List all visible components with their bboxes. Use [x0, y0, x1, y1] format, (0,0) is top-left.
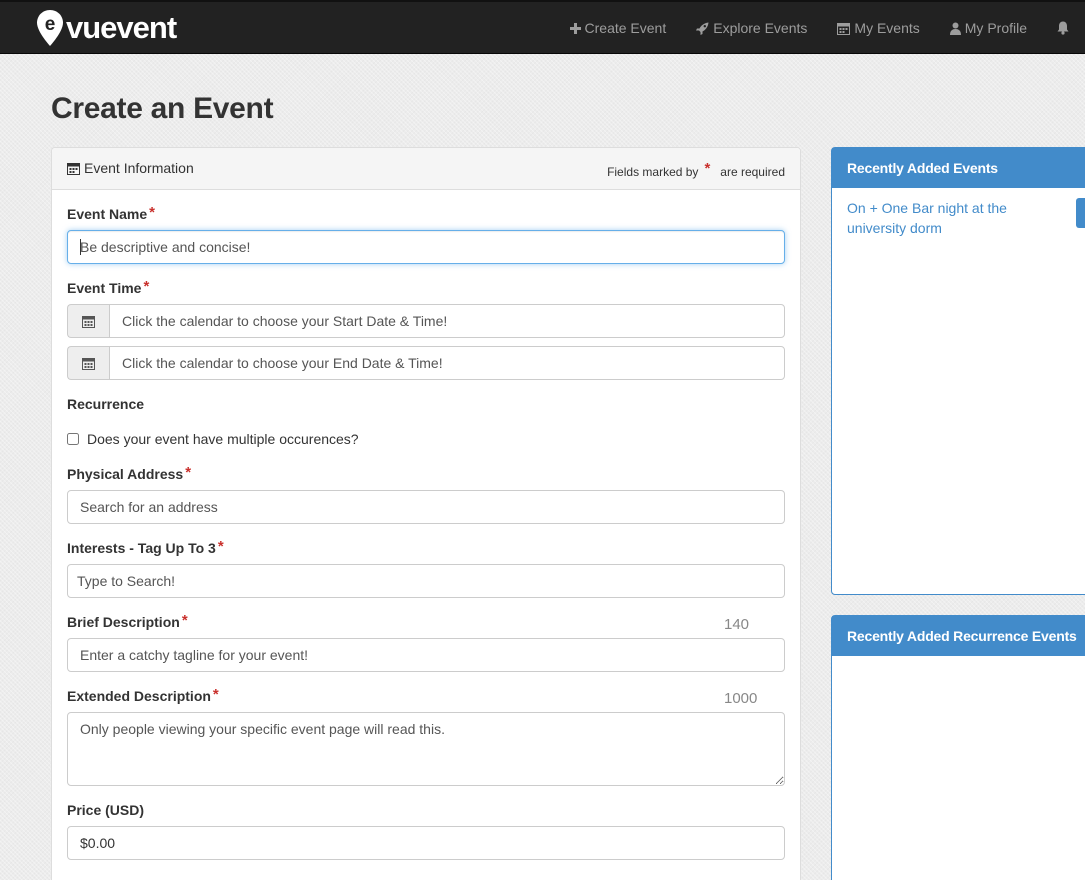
required-star: * [704, 160, 711, 177]
nav-create-event[interactable]: Create Event [555, 20, 682, 36]
address-label-text: Physical Address [67, 466, 184, 482]
nav-my-events[interactable]: My Events [822, 20, 934, 36]
brand-name: vuevent [66, 10, 177, 45]
svg-text:e: e [45, 14, 56, 35]
brief-description-input[interactable] [67, 638, 785, 672]
nav-my-profile[interactable]: My Profile [935, 20, 1042, 36]
rocket-icon [696, 22, 709, 35]
brief-description-label: Brief Description * [67, 612, 188, 631]
nav-explore-events[interactable]: Explore Events [681, 20, 822, 36]
recent-event-action-button[interactable] [1076, 198, 1085, 228]
bell-icon [1057, 21, 1069, 35]
nav-explore-events-label: Explore Events [713, 20, 808, 36]
price-label: Price (USD) [67, 802, 145, 818]
nav-my-profile-label: My Profile [964, 20, 1027, 36]
interests-label-text: Interests - Tag Up To 3 [67, 540, 216, 556]
recurrence-checkbox-label: Does your event have multiple occurences… [87, 431, 359, 447]
address-label: Physical Address * [67, 464, 192, 483]
event-name-label: Event Name * [67, 204, 155, 223]
user-icon [949, 22, 961, 35]
end-datetime-group [67, 346, 785, 380]
nav-my-events-label: My Events [854, 20, 920, 36]
event-information-panel: Event Information Fields marked by * are… [51, 147, 801, 880]
recent-events-heading: Recently Added Events [832, 148, 1085, 188]
address-search-input[interactable] [67, 490, 785, 524]
interests-label: Interests - Tag Up To 3 * [67, 538, 224, 557]
start-datetime-group [67, 304, 785, 338]
text-caret [80, 239, 81, 255]
panel-title: Event Information [84, 160, 194, 176]
end-datetime-input[interactable] [109, 346, 785, 380]
price-input[interactable] [67, 826, 785, 860]
recent-event-link[interactable]: On + One Bar night at the university dor… [847, 198, 1027, 238]
recent-events-panel: Recently Added Events On + One Bar night… [831, 147, 1085, 595]
recurrence-option[interactable]: Does your event have multiple occurences… [67, 431, 359, 447]
required-star: * [143, 278, 150, 295]
map-pin-icon: e [36, 9, 64, 47]
recurrence-checkbox[interactable] [67, 433, 79, 445]
required-star: * [181, 612, 188, 629]
event-name-input[interactable] [67, 230, 785, 264]
recent-recurrence-events-heading: Recently Added Recurrence Events [832, 616, 1085, 656]
required-star: * [212, 686, 219, 703]
required-note-prefix: Fields marked by [607, 164, 699, 179]
nav-create-event-label: Create Event [584, 20, 667, 36]
extended-description-label-text: Extended Description [67, 688, 211, 704]
brief-char-counter: 140 [724, 616, 750, 633]
required-star: * [185, 464, 192, 481]
required-note: Fields marked by * are required [607, 160, 785, 183]
calendar-icon [837, 22, 851, 35]
recurrence-label: Recurrence [67, 396, 145, 412]
calendar-icon[interactable] [67, 304, 109, 338]
calendar-icon[interactable] [67, 346, 109, 380]
start-datetime-input[interactable] [109, 304, 785, 338]
top-navbar: e vuevent Create Event Explore Events My… [0, 0, 1085, 54]
plus-icon [569, 22, 581, 34]
event-name-label-text: Event Name [67, 206, 148, 222]
notifications-button[interactable] [1042, 21, 1085, 35]
extended-description-textarea[interactable] [67, 712, 785, 786]
required-star: * [217, 538, 224, 555]
required-note-suffix: are required [720, 164, 785, 179]
extended-char-counter: 1000 [724, 690, 758, 707]
extended-description-label: Extended Description * [67, 686, 219, 705]
interests-search-input[interactable] [67, 564, 785, 598]
calendar-icon [67, 162, 80, 175]
recent-recurrence-events-panel: Recently Added Recurrence Events [831, 615, 1085, 880]
page-title: Create an Event [51, 92, 274, 125]
event-time-label: Event Time * [67, 278, 150, 297]
brand-logo[interactable]: e vuevent [36, 8, 177, 48]
event-time-label-text: Event Time [67, 280, 142, 296]
required-star: * [149, 204, 155, 221]
brief-description-label-text: Brief Description [67, 614, 180, 630]
panel-heading: Event Information Fields marked by * are… [52, 148, 800, 190]
